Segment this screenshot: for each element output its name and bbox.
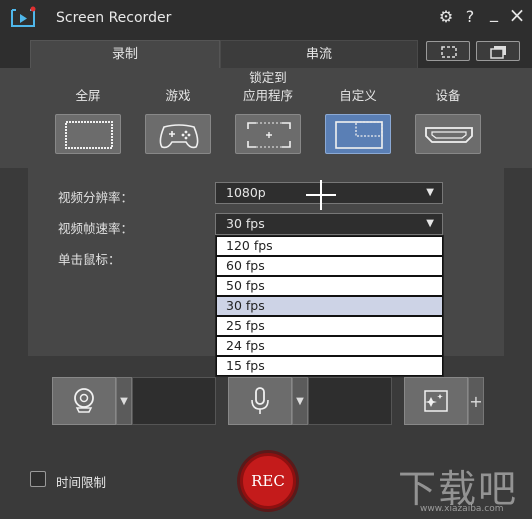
pip-mode-button[interactable]: [476, 41, 520, 61]
framerate-value: 30 fps: [226, 216, 265, 231]
webcam-button[interactable]: [52, 377, 116, 425]
framerate-label: 视频帧速率：: [58, 221, 134, 236]
microphone-level-box: [308, 377, 392, 425]
webcam-preview-box: [132, 377, 216, 425]
fps-option-selected[interactable]: 30 fps: [216, 296, 443, 316]
screenshot-button[interactable]: [426, 41, 470, 61]
help-icon[interactable]: ?: [461, 8, 479, 26]
microphone-options-caret[interactable]: ▼: [292, 377, 308, 425]
add-effect-button[interactable]: +: [468, 377, 484, 425]
framerate-select[interactable]: 30 fps ▼: [215, 213, 443, 235]
watermark-url: www.xiazaiba.com: [420, 504, 504, 514]
record-button[interactable]: REC: [240, 453, 296, 509]
lock-app-mode-button[interactable]: [235, 114, 301, 154]
app-title: Screen Recorder: [56, 10, 172, 26]
mouse-click-label: 单击鼠标：: [58, 252, 121, 267]
close-icon[interactable]: ×: [508, 5, 526, 25]
fps-option[interactable]: 120 fps: [216, 236, 443, 256]
resolution-label: 视频分辨率：: [58, 190, 134, 205]
screen-recorder-window: Screen Recorder ⚙ ? _ × 录制 串流 全屏 游戏 锁定到 …: [0, 0, 532, 519]
fps-option[interactable]: 25 fps: [216, 316, 443, 336]
effects-icon: [424, 390, 448, 412]
mode-custom[interactable]: 自定义: [318, 68, 398, 168]
webcam-icon: [74, 388, 94, 413]
effects-button[interactable]: [404, 377, 468, 425]
crosshair-cursor-icon: [306, 180, 336, 210]
resolution-value: 1080p: [226, 185, 266, 200]
fullscreen-icon: [65, 121, 113, 149]
fps-option[interactable]: 15 fps: [216, 356, 443, 376]
mode-game[interactable]: 游戏: [138, 68, 218, 168]
mode-label: 自定义: [339, 88, 377, 103]
fps-option[interactable]: 60 fps: [216, 256, 443, 276]
lock-app-icon: [247, 122, 291, 148]
game-mode-button[interactable]: [145, 114, 211, 154]
gamepad-icon: [159, 124, 199, 149]
framerate-dropdown-list: 120 fps 60 fps 50 fps 30 fps 25 fps 24 f…: [215, 235, 444, 377]
time-limit-checkbox[interactable]: [30, 471, 46, 487]
device-mode-button[interactable]: [415, 114, 481, 154]
fullscreen-mode-button[interactable]: [55, 114, 121, 154]
webcam-options-caret[interactable]: ▼: [116, 377, 132, 425]
capture-mode-bar: 全屏 游戏 锁定到 应用程序 自定义 设备: [0, 68, 532, 168]
mode-fullscreen[interactable]: 全屏: [48, 68, 128, 168]
mode-device[interactable]: 设备: [408, 68, 488, 168]
mode-label: 设备: [435, 88, 461, 103]
record-label: REC: [251, 472, 285, 490]
tab-stream[interactable]: 串流: [220, 40, 418, 68]
screenshot-icon: [441, 46, 457, 58]
time-limit-label: 时间限制: [56, 475, 107, 490]
microphone-button[interactable]: [228, 377, 292, 425]
mode-lock-app[interactable]: 锁定到 应用程序: [228, 68, 308, 168]
chevron-down-icon: ▼: [426, 187, 434, 198]
title-bar: Screen Recorder ⚙ ? _ ×: [0, 0, 532, 36]
mode-label: 游戏: [165, 88, 191, 103]
fps-option[interactable]: 24 fps: [216, 336, 443, 356]
app-logo-icon: [11, 6, 36, 27]
chevron-down-icon: ▼: [426, 218, 434, 229]
custom-area-icon: [335, 121, 383, 149]
mode-label-line2: 应用程序: [242, 88, 293, 103]
mode-label: 全屏: [75, 88, 101, 103]
tab-record[interactable]: 录制: [30, 40, 220, 68]
mode-label-line1: 锁定到: [249, 70, 287, 85]
custom-mode-button[interactable]: [325, 114, 391, 154]
microphone-icon: [251, 387, 269, 414]
fps-option[interactable]: 50 fps: [216, 276, 443, 296]
window-mode-icon: [490, 46, 506, 59]
hdmi-device-icon: [425, 127, 473, 143]
minimize-icon[interactable]: _: [485, 4, 503, 22]
gear-icon[interactable]: ⚙: [437, 8, 455, 26]
